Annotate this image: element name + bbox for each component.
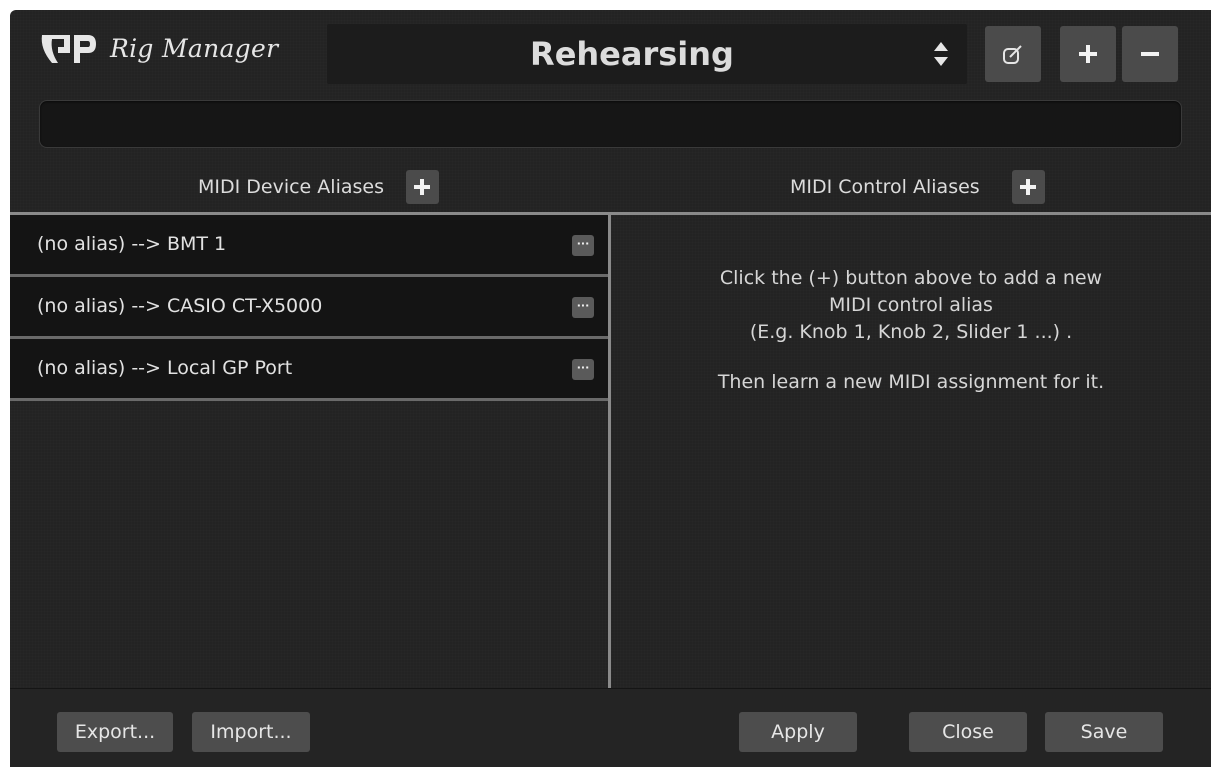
more-options-button[interactable]: ···: [572, 359, 594, 380]
help-line: MIDI control alias: [829, 294, 993, 316]
device-alias-label: (no alias) --> CASIO CT-X5000: [37, 295, 323, 317]
list-item[interactable]: (no alias) --> BMT 1 ···: [10, 215, 608, 277]
app-logo: Rig Manager: [38, 26, 278, 70]
help-line: Then learn a new MIDI assignment for it.: [717, 371, 1105, 393]
apply-button[interactable]: Apply: [739, 712, 857, 752]
up-down-arrows-icon: [934, 42, 948, 66]
more-options-button[interactable]: ···: [572, 297, 594, 318]
footer-bar: Export... Import... Apply Close Save: [10, 688, 1211, 767]
add-control-alias-button[interactable]: [1011, 170, 1045, 204]
plus-icon: [1079, 45, 1097, 63]
help-line: Click the (+) button above to add a new: [719, 267, 1103, 289]
status-bar: [39, 100, 1182, 148]
plus-icon: [414, 179, 431, 195]
save-button[interactable]: Save: [1045, 712, 1163, 752]
device-alias-label: (no alias) --> Local GP Port: [37, 357, 293, 379]
export-button[interactable]: Export...: [57, 712, 173, 752]
import-button[interactable]: Import...: [192, 712, 310, 752]
midi-device-aliases-title: MIDI Device Aliases: [198, 176, 384, 198]
device-alias-list: (no alias) --> BMT 1 ··· (no alias) --> …: [10, 215, 608, 401]
help-line: (E.g. Knob 1, Knob 2, Slider 1 ...) .: [749, 321, 1073, 343]
more-options-button[interactable]: ···: [572, 235, 594, 256]
edit-rig-button[interactable]: [985, 26, 1041, 82]
close-button[interactable]: Close: [909, 712, 1027, 752]
list-item[interactable]: (no alias) --> Local GP Port ···: [10, 339, 608, 401]
control-alias-help: Click the (+) button above to add a new …: [611, 265, 1211, 396]
gp-logo-icon: [41, 35, 96, 63]
edit-icon: [1003, 45, 1022, 64]
add-device-alias-button[interactable]: [405, 170, 439, 204]
rig-manager-window: Rig Manager Rehearsing MIDI Device Alias…: [10, 10, 1211, 767]
midi-control-aliases-title: MIDI Control Aliases: [790, 176, 980, 198]
midi-device-aliases-header: MIDI Device Aliases: [198, 170, 439, 204]
plus-icon: [1020, 179, 1037, 195]
add-rig-button[interactable]: [1060, 26, 1116, 82]
rig-selector-value: Rehearsing: [530, 35, 734, 73]
midi-control-aliases-header: MIDI Control Aliases: [790, 170, 1045, 204]
device-alias-label: (no alias) --> BMT 1: [37, 233, 227, 255]
app-title: Rig Manager: [110, 33, 279, 63]
minus-icon: [1141, 52, 1159, 56]
rig-selector[interactable]: Rehearsing: [327, 24, 967, 84]
remove-rig-button[interactable]: [1122, 26, 1178, 82]
list-item[interactable]: (no alias) --> CASIO CT-X5000 ···: [10, 277, 608, 339]
